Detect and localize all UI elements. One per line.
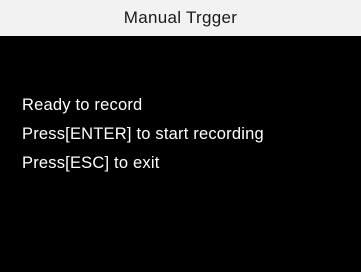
message-area: Ready to record Press[ENTER] to start re… [22, 91, 351, 178]
record-screen: Manual Trgger Ready to record Press[ENTE… [0, 0, 361, 272]
enter-hint-message: Press[ENTER] to start recording [22, 125, 264, 143]
title-bar: Manual Trgger [0, 0, 361, 36]
screen-title: Manual Trgger [123, 8, 238, 27]
status-message: Ready to record [22, 96, 143, 114]
esc-hint-message: Press[ESC] to exit [22, 154, 160, 172]
